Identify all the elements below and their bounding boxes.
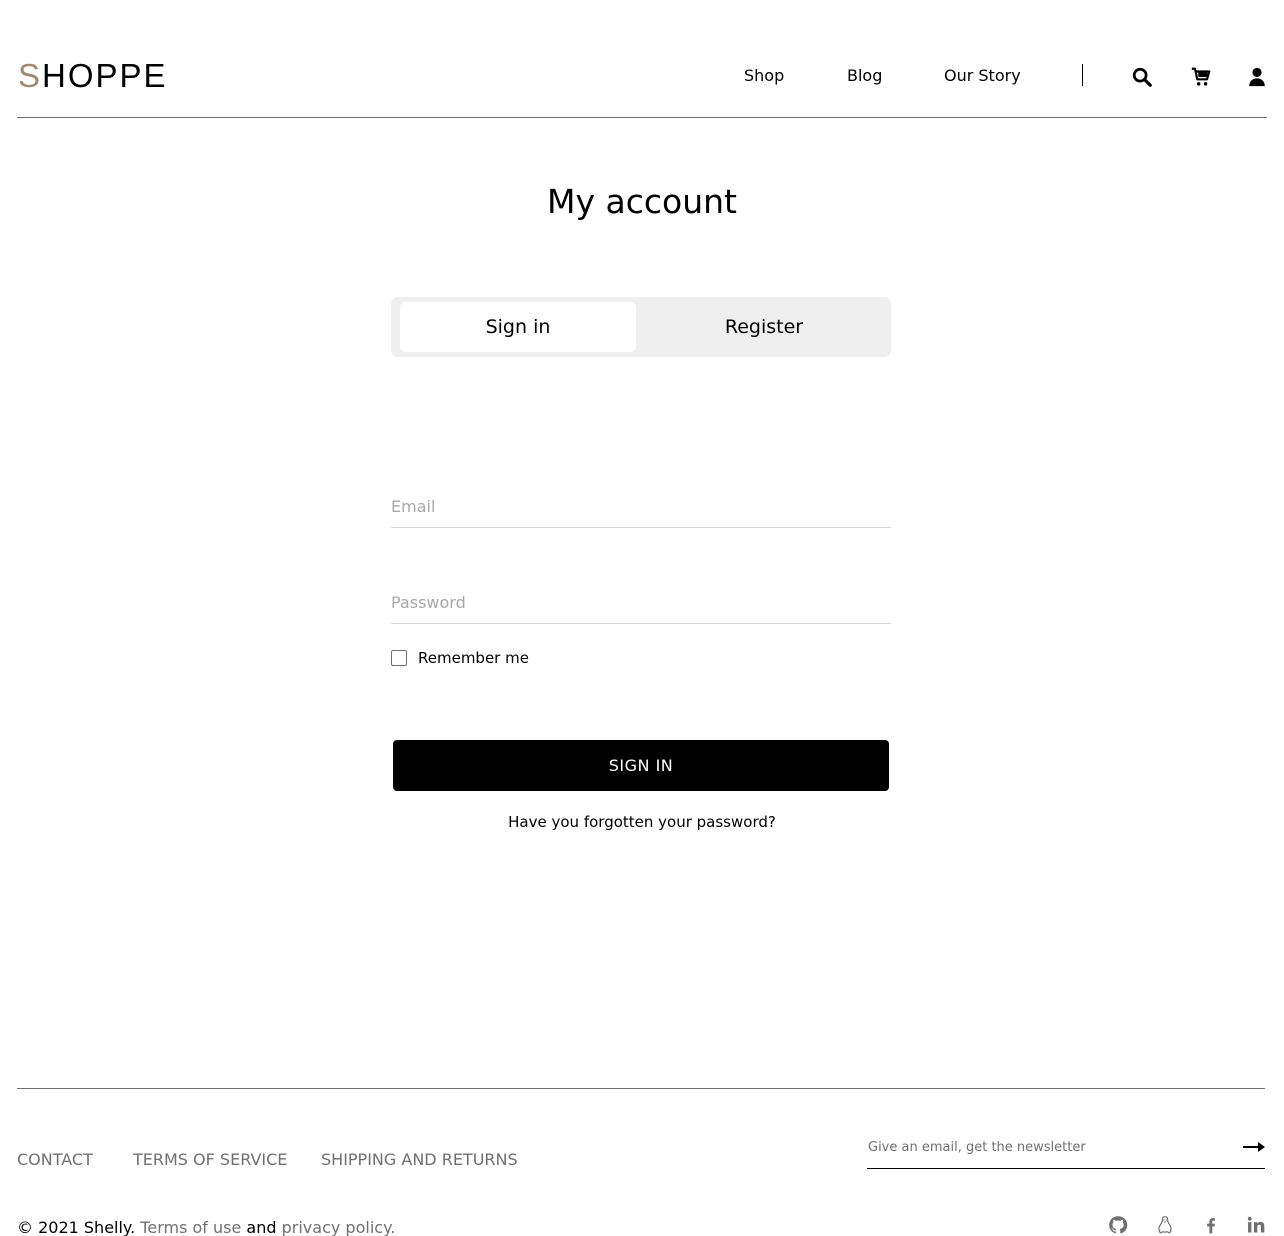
page-title: My account bbox=[547, 182, 737, 221]
sign-in-button[interactable]: SIGN IN bbox=[393, 740, 889, 791]
nav-divider bbox=[1082, 64, 1083, 86]
privacy-policy-link[interactable]: privacy policy. bbox=[282, 1218, 396, 1236]
forgot-password-link[interactable]: Have you forgotten your password? bbox=[508, 813, 776, 831]
forgot-password-row: Have you forgotten your password? bbox=[0, 812, 1284, 832]
cart-icon[interactable] bbox=[1190, 66, 1212, 88]
facebook-icon[interactable] bbox=[1201, 1215, 1221, 1235]
newsletter-submit-arrow-icon[interactable] bbox=[1243, 1139, 1265, 1153]
nav-our-story[interactable]: Our Story bbox=[944, 66, 1021, 86]
newsletter-form bbox=[867, 1133, 1265, 1169]
copyright-text: © 2021 Shelly. Terms of use and privacy … bbox=[17, 1218, 395, 1236]
footer-link-terms-of-service[interactable]: TERMS OF SERVICE bbox=[133, 1150, 287, 1170]
copyright-prefix: © 2021 Shelly. bbox=[17, 1218, 136, 1236]
nav-shop[interactable]: Shop bbox=[744, 66, 784, 86]
logo-accent-letter: S bbox=[18, 57, 43, 94]
linux-icon[interactable] bbox=[1155, 1215, 1175, 1235]
remember-me-checkbox[interactable] bbox=[391, 650, 407, 666]
footer-link-shipping-and-returns[interactable]: SHIPPING AND RETURNS bbox=[321, 1150, 518, 1170]
site-header: SHOPPE Shop Blog Our Story bbox=[17, 0, 1267, 118]
password-field[interactable] bbox=[391, 582, 891, 622]
site-logo[interactable]: SHOPPE bbox=[18, 58, 168, 94]
footer-divider bbox=[17, 1088, 1265, 1089]
remember-me-row: Remember me bbox=[391, 648, 529, 668]
github-icon[interactable] bbox=[1108, 1215, 1128, 1235]
tab-register[interactable]: Register bbox=[646, 302, 882, 352]
footer-link-contact[interactable]: CONTACT bbox=[17, 1150, 93, 1170]
newsletter-email-input[interactable] bbox=[867, 1133, 1227, 1161]
search-icon[interactable] bbox=[1131, 66, 1153, 88]
password-field-wrapper bbox=[391, 582, 891, 624]
account-tabs: Sign in Register bbox=[391, 297, 891, 357]
email-field-wrapper bbox=[391, 486, 891, 528]
terms-of-use-link[interactable]: Terms of use bbox=[140, 1218, 241, 1236]
copyright-and: and bbox=[246, 1218, 277, 1236]
linkedin-icon[interactable] bbox=[1246, 1215, 1266, 1235]
logo-text: HOPPE bbox=[42, 57, 168, 94]
tab-sign-in[interactable]: Sign in bbox=[400, 302, 636, 352]
nav-blog[interactable]: Blog bbox=[847, 66, 882, 86]
user-icon[interactable] bbox=[1246, 66, 1268, 88]
email-field[interactable] bbox=[391, 486, 891, 526]
remember-me-label[interactable]: Remember me bbox=[418, 649, 529, 667]
